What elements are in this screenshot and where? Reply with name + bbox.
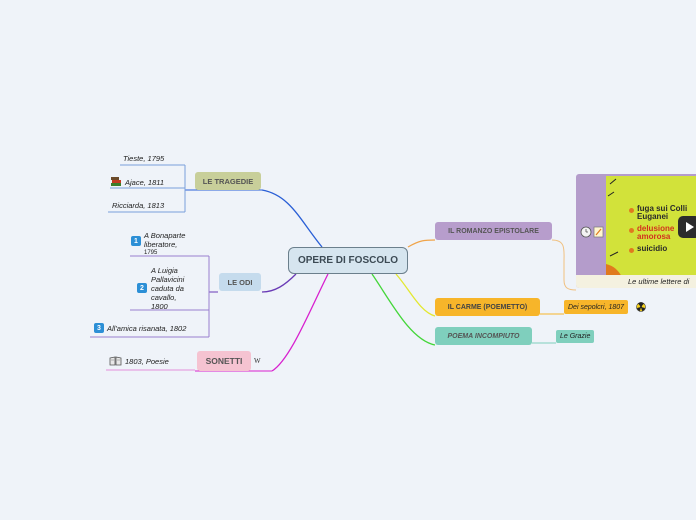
mind-map-canvas: OPERE DI FOSCOLO LE TRAGEDIE Tieste, 179… bbox=[0, 0, 696, 520]
number-badge: 3 bbox=[94, 323, 104, 333]
odi-badge-2: 2 bbox=[137, 283, 147, 293]
video-caption: Le ultime lettere di bbox=[576, 275, 696, 288]
number-badge: 1 bbox=[131, 236, 141, 246]
central-topic-label: OPERE DI FOSCOLO bbox=[297, 255, 398, 266]
leaf-all-amica[interactable]: All'amica risanata, 1802 bbox=[107, 324, 186, 333]
leaf-text: Ricciarda, 1813 bbox=[112, 201, 165, 210]
video-text-line: Euganei bbox=[637, 212, 669, 221]
wikipedia-w-icon[interactable]: W bbox=[254, 357, 261, 365]
video-attachment[interactable]: fuga sui Colli Euganei delusione amorosa… bbox=[576, 174, 696, 288]
bullet-dot bbox=[629, 248, 634, 253]
leaf-text: Tieste, 1795 bbox=[123, 154, 165, 163]
leaf-text: All'amica risanata, 1802 bbox=[107, 324, 187, 333]
topic-label: SONETTI bbox=[205, 356, 243, 366]
leaf-text: A Bonaparte bbox=[144, 231, 186, 240]
leaf-text: Le Grazie bbox=[560, 333, 591, 340]
leaf-text: caduta da bbox=[151, 284, 184, 293]
topic-label: IL CARME (POEMETTO) bbox=[447, 303, 528, 311]
play-button[interactable] bbox=[678, 216, 696, 238]
topic-label: POEMA INCOMPIUTO bbox=[447, 332, 520, 340]
topic-le-odi[interactable]: LE ODI bbox=[219, 273, 261, 291]
leaf-text: 1803, Poesie bbox=[125, 356, 169, 366]
clock-and-notes-icons bbox=[580, 226, 604, 238]
number-badge: 2 bbox=[137, 283, 147, 293]
leaf-ajace[interactable]: Ajace, 1811 bbox=[110, 177, 164, 187]
topic-label: IL ROMANZO EPISTOLARE bbox=[448, 227, 539, 235]
leaf-text: cavallo, bbox=[151, 293, 177, 302]
leaf-tieste[interactable]: Tieste, 1795 bbox=[123, 154, 164, 163]
thumbnail-decoration bbox=[606, 178, 622, 277]
topic-sonetti[interactable]: SONETTI bbox=[197, 351, 251, 371]
video-text-line: amorosa bbox=[637, 232, 671, 241]
central-topic[interactable]: OPERE DI FOSCOLO bbox=[288, 247, 408, 274]
leaf-poesie[interactable]: 1803, Poesie bbox=[109, 356, 169, 366]
leaf-text: Ajace, 1811 bbox=[125, 177, 165, 187]
topic-label: LE TRAGEDIE bbox=[202, 176, 254, 186]
leaf-dei-sepolcri[interactable]: Dei sepolcri, 1807 bbox=[564, 300, 629, 314]
radiation-icon bbox=[636, 302, 646, 312]
leaf-text: Dei sepolcri, 1807 bbox=[568, 303, 625, 311]
leaf-year: 1795 bbox=[144, 250, 158, 256]
odi-badge-3: 3 bbox=[94, 323, 104, 333]
leaf-text: A Luigia bbox=[151, 266, 178, 275]
books-icon bbox=[111, 177, 121, 186]
topic-poema-incompiuto[interactable]: POEMA INCOMPIUTO bbox=[435, 327, 532, 345]
topic-il-carme[interactable]: IL CARME (POEMETTO) bbox=[435, 298, 540, 316]
book-icon bbox=[109, 356, 122, 366]
topic-il-romanzo-epistolare[interactable]: IL ROMANZO EPISTOLARE bbox=[435, 222, 552, 240]
bullet-dot bbox=[629, 228, 634, 233]
video-text-line: suicidio bbox=[637, 244, 668, 253]
topic-le-tragedie[interactable]: LE TRAGEDIE bbox=[195, 172, 261, 190]
sonetti-suffix: W bbox=[254, 357, 261, 365]
leaf-le-grazie[interactable]: Le Grazie bbox=[556, 330, 595, 343]
leaf-text: liberatore, bbox=[144, 240, 178, 249]
play-icon bbox=[686, 222, 694, 232]
odi-badge-1: 1 bbox=[131, 236, 141, 246]
leaf-ricciarda[interactable]: Ricciarda, 1813 bbox=[112, 201, 164, 210]
leaf-text: Pallavicini bbox=[151, 275, 185, 284]
leaf-a-luigia[interactable]: A Luigia Pallavicini caduta da cavallo, … bbox=[151, 266, 184, 311]
bullet-dot bbox=[629, 208, 634, 213]
leaf-text: 1800 bbox=[151, 302, 168, 311]
topic-label: LE ODI bbox=[227, 277, 253, 287]
leaf-a-bonaparte[interactable]: A Bonaparte liberatore, 1795 bbox=[144, 231, 185, 258]
